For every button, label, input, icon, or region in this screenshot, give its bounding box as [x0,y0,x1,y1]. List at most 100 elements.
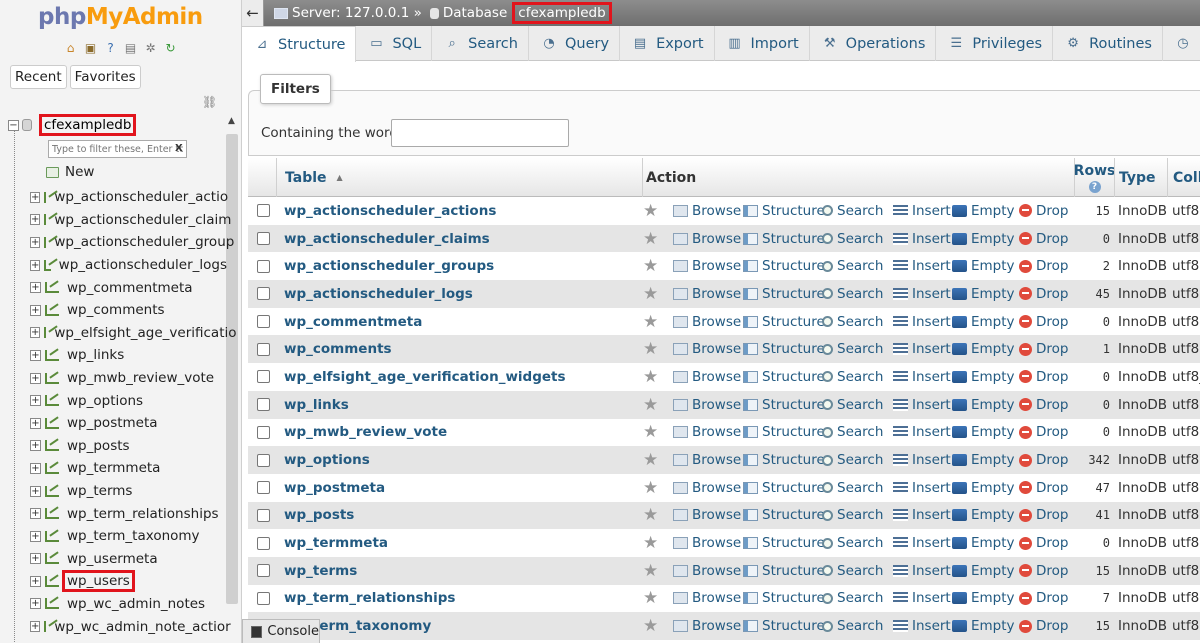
favorite-star-icon[interactable]: ★ [643,284,658,304]
drop-action[interactable]: Drop [1019,335,1068,363]
phpmyadmin-logo[interactable]: phpMyAdmin [38,4,203,30]
insert-action[interactable]: Insert [893,391,951,419]
browse-action[interactable]: Browse [673,252,741,280]
empty-action[interactable]: Empty [952,529,1015,557]
browse-action[interactable]: Browse [673,391,741,419]
drop-action[interactable]: Drop [1019,391,1068,419]
nav-table-item[interactable]: + wp_elfsight_age_verificatio [30,322,237,345]
insert-action[interactable]: Insert [893,225,951,253]
structure-action[interactable]: Structure [743,502,825,530]
table-filter-input[interactable] [48,140,187,158]
table-name-link[interactable]: wp_actionscheduler_claims [284,231,490,247]
drop-action[interactable]: Drop [1019,197,1068,225]
search-action[interactable]: Search [822,308,883,336]
table-name-link[interactable]: wp_options [284,452,370,468]
insert-action[interactable]: Insert [893,308,951,336]
insert-action[interactable]: Insert [893,280,951,308]
row-checkbox[interactable] [257,453,270,467]
table-name-link[interactable]: wp_commentmeta [284,314,422,330]
search-action[interactable]: Search [822,280,883,308]
browse-action[interactable]: Browse [673,557,741,585]
search-action[interactable]: Search [822,474,883,502]
drop-action[interactable]: Drop [1019,474,1068,502]
tab-export[interactable]: ▤ Export [620,26,715,61]
expand-icon[interactable]: + [30,372,41,384]
favorites-button[interactable]: Favorites [69,65,141,89]
table-name-link[interactable]: wp_elfsight_age_verification_widgets [284,369,566,385]
nav-table-item[interactable]: + wp_termmeta [30,457,230,480]
expand-icon[interactable]: + [30,462,41,474]
nav-table-item[interactable]: + wp_users [30,570,230,593]
expand-icon[interactable]: + [30,191,41,203]
browse-action[interactable]: Browse [673,419,741,447]
expand-icon[interactable]: + [30,598,41,610]
structure-action[interactable]: Structure [743,612,825,640]
empty-action[interactable]: Empty [952,419,1015,447]
empty-action[interactable]: Empty [952,557,1015,585]
table-name-link[interactable]: wp_term_relationships [284,590,455,606]
nav-table-name[interactable]: wp_links [64,346,127,364]
scroll-up-arrow-icon[interactable]: ▲ [228,116,235,126]
nav-table-item[interactable]: + wp_links [30,344,230,367]
browse-action[interactable]: Browse [673,363,741,391]
row-checkbox[interactable] [257,564,270,578]
favorite-star-icon[interactable]: ★ [643,588,658,608]
nav-table-item[interactable]: + wp_posts [30,435,230,458]
search-action[interactable]: Search [822,252,883,280]
structure-action[interactable]: Structure [743,225,825,253]
favorite-star-icon[interactable]: ★ [643,422,658,442]
row-checkbox[interactable] [257,315,270,329]
drop-action[interactable]: Drop [1019,419,1068,447]
insert-action[interactable]: Insert [893,335,951,363]
nav-table-item[interactable]: + wp_options [30,389,230,412]
search-action[interactable]: Search [822,225,883,253]
browse-action[interactable]: Browse [673,335,741,363]
header-type[interactable]: Type [1114,158,1167,197]
structure-action[interactable]: Structure [743,197,825,225]
tab-search[interactable]: ⌕ Search [432,26,529,61]
tab-query[interactable]: ◔ Query [529,26,621,61]
structure-action[interactable]: Structure [743,280,825,308]
clear-filter-icon[interactable]: X [175,143,183,154]
expand-icon[interactable]: + [30,508,41,520]
collapse-nav-button[interactable]: ← [242,0,264,26]
insert-action[interactable]: Insert [893,419,951,447]
row-checkbox[interactable] [257,425,270,439]
row-checkbox[interactable] [257,536,270,550]
table-name-link[interactable]: wp_links [284,397,349,413]
header-collation-label[interactable]: Colla [1173,170,1200,186]
table-name-link[interactable]: wp_actionscheduler_actions [284,203,496,219]
drop-action[interactable]: Drop [1019,446,1068,474]
recent-button[interactable]: Recent [10,65,67,89]
table-name-link[interactable]: wp_comments [284,341,392,357]
favorite-star-icon[interactable]: ★ [643,395,658,415]
database-node[interactable]: − cfexampledb [8,114,137,136]
expand-icon[interactable]: + [30,349,41,361]
nav-table-name[interactable]: wp_term_relationships [64,505,222,523]
row-checkbox[interactable] [257,398,270,412]
expand-icon[interactable]: + [30,282,41,294]
collapse-icon[interactable]: − [8,119,19,131]
nav-table-name[interactable]: wp_wc_admin_note_actior [51,618,233,636]
structure-action[interactable]: Structure [743,335,825,363]
table-name-link[interactable]: wp_mwb_review_vote [284,424,447,440]
logout-icon[interactable]: ▣ [82,40,99,57]
empty-action[interactable]: Empty [952,308,1015,336]
drop-action[interactable]: Drop [1019,252,1068,280]
browse-action[interactable]: Browse [673,280,741,308]
empty-action[interactable]: Empty [952,612,1015,640]
row-checkbox[interactable] [257,342,270,356]
drop-action[interactable]: Drop [1019,225,1068,253]
nav-table-item[interactable]: + wp_wc_admin_note_actior [30,615,233,638]
insert-action[interactable]: Insert [893,612,951,640]
search-action[interactable]: Search [822,335,883,363]
empty-action[interactable]: Empty [952,474,1015,502]
search-action[interactable]: Search [822,419,883,447]
tab-operations[interactable]: ⚒ Operations [810,26,937,61]
favorite-star-icon[interactable]: ★ [643,561,658,581]
favorite-star-icon[interactable]: ★ [643,533,658,553]
table-name-link[interactable]: wp_posts [284,507,354,523]
browse-action[interactable]: Browse [673,612,741,640]
tab-routines[interactable]: ⚙ Routines [1053,26,1163,61]
search-action[interactable]: Search [822,363,883,391]
